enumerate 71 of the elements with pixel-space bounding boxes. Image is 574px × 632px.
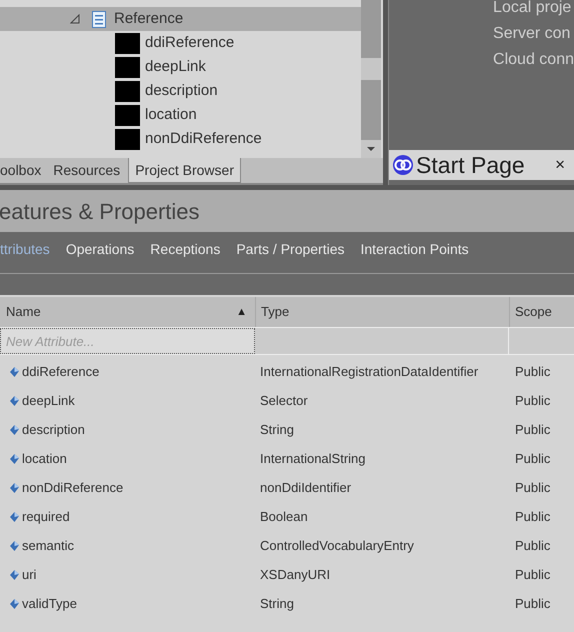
tree-item[interactable]: nonDdiReference (0, 127, 362, 151)
table-cell-text: Public (514, 566, 550, 584)
sort-indicator: ▲ (236, 304, 247, 320)
redacted-block (115, 32, 140, 54)
panel-tab[interactable]: Project Browser (128, 158, 241, 183)
table-cell-text: InternationalRegistrationDataIdentifier (259, 362, 480, 381)
table-cell-text: XSDanyURI (259, 566, 332, 584)
panel-title: eatures & Properties (0, 198, 200, 226)
table-cell-text: Public (514, 392, 550, 410)
feature-tab[interactable]: Operations (66, 239, 134, 260)
feature-tab[interactable]: Interaction Points (360, 239, 469, 260)
attribute-icon (10, 570, 19, 580)
attribute-icon (10, 482, 19, 492)
tree-item[interactable]: deepLink (0, 55, 362, 79)
start-link[interactable]: Cloud conn (493, 47, 574, 73)
table-cell-text: Public (514, 508, 550, 526)
table-cell-text: Public (514, 478, 550, 497)
table-cell-text: InternationalString (259, 450, 367, 468)
scroll-down-icon[interactable] (361, 140, 382, 158)
tree-item[interactable]: description (0, 79, 362, 103)
tree-item[interactable]: ddiReference (0, 31, 362, 55)
table-cell-text: Public (514, 536, 550, 555)
attribute-icon (10, 424, 19, 434)
table-cell-text: Public (514, 594, 550, 613)
table-cell-text: ddiReference (22, 362, 100, 381)
new-attribute-field[interactable]: New Attribute... (0, 328, 255, 354)
table-cell-text: Selector (259, 392, 309, 410)
expand-icon[interactable] (70, 14, 80, 24)
logo-icon (392, 154, 414, 176)
table-cell-text: uri (22, 566, 36, 584)
tab-label: Start Page (416, 150, 525, 180)
start-link[interactable]: Server con (493, 21, 574, 47)
panel-tab[interactable]: oolbox (0, 158, 48, 183)
tree-item[interactable]: location (0, 103, 362, 127)
table-cell-text: Boolean (259, 508, 309, 526)
redacted-block (115, 56, 140, 78)
table-cell-text: String (259, 420, 295, 439)
redacted-block (115, 128, 140, 150)
scrollbar[interactable] (361, 0, 382, 158)
class-icon (92, 10, 106, 28)
close-button[interactable]: × (555, 152, 565, 178)
table-cell-text: ControlledVocabularyEntry (259, 536, 415, 555)
attribute-icon (10, 366, 19, 376)
table-cell-text: Public (514, 420, 550, 439)
attribute-icon (10, 454, 19, 464)
table-cell-text: location (22, 450, 67, 468)
table-cell-text: semantic (22, 536, 74, 555)
redacted-block (115, 104, 140, 126)
scroll-thumb[interactable] (361, 58, 382, 80)
feature-tab[interactable]: Parts / Properties (236, 239, 344, 260)
attribute-icon (10, 396, 19, 406)
tree-label: Reference (114, 8, 184, 29)
table-cell-text: required (22, 508, 70, 526)
feature-tab[interactable]: Receptions (150, 239, 220, 260)
attribute-icon (10, 540, 19, 550)
table-cell-text: Public (514, 362, 550, 381)
table-cell-text: deepLink (22, 392, 75, 410)
panel-tab[interactable]: Resources (47, 158, 126, 183)
table-cell-text: nonDdiReference (22, 478, 124, 497)
start-page-tab[interactable]: Start Page × (389, 150, 574, 180)
table-cell-text: Public (514, 450, 550, 468)
start-link[interactable]: Local proje (493, 0, 574, 21)
tree-item[interactable]: Reference (0, 7, 362, 31)
attribute-icon (10, 598, 19, 608)
table-cell-text: nonDdiIdentifier (259, 478, 352, 497)
attribute-icon (10, 512, 19, 522)
table-cell-text: String (259, 594, 295, 613)
table-cell-text: validType (22, 594, 77, 613)
table-cell-text: description (22, 420, 85, 439)
column-header[interactable]: Scope (510, 297, 574, 327)
redacted-block (115, 80, 140, 102)
